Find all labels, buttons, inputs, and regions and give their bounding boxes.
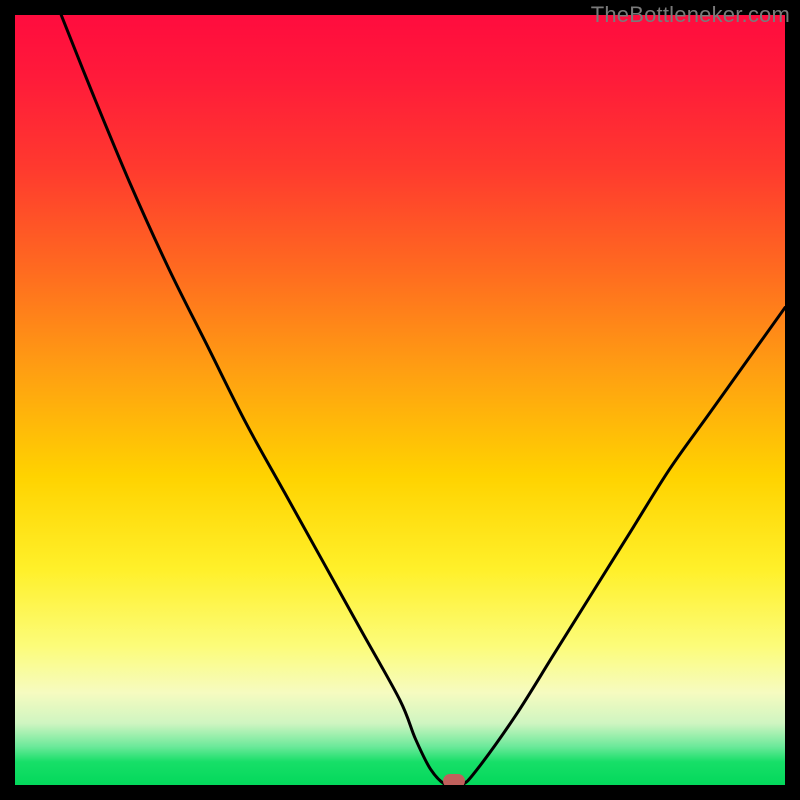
plot-area (15, 15, 785, 785)
bottleneck-curve (15, 15, 785, 785)
chart-frame: TheBottleneker.com (0, 0, 800, 800)
curve-path (61, 15, 785, 785)
watermark-text: TheBottleneker.com (591, 2, 790, 28)
optimal-marker (443, 774, 465, 785)
